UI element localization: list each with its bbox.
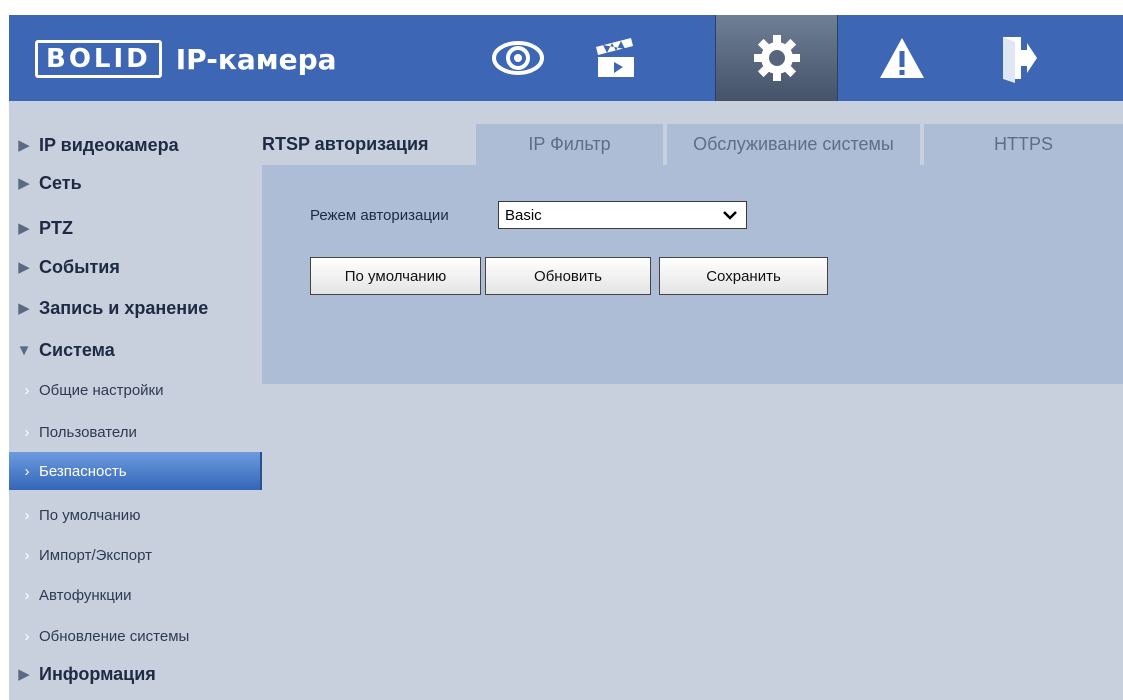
app-title: IP-камера: [175, 42, 337, 76]
logo-badge: BOLID: [35, 40, 162, 78]
logout-button[interactable]: [969, 15, 1069, 101]
refresh-button[interactable]: Обновить: [485, 257, 651, 295]
sidebar-item-system[interactable]: ▼ Система: [9, 330, 262, 370]
chevron-right-icon: ›: [24, 546, 30, 564]
tab-rtsp-auth[interactable]: RTSP авторизация: [262, 124, 472, 165]
sidebar-item-storage[interactable]: ▶ Запись и хранение: [9, 288, 262, 328]
sidebar-subitem-label: Безпасность: [39, 462, 127, 480]
chevron-right-icon: ›: [24, 586, 30, 604]
auth-mode-value: Basic: [505, 206, 542, 224]
sidebar-subitem-general[interactable]: › Общие настройки: [9, 371, 260, 409]
main-content: RTSP авторизация IP Фильтр Обслуживание …: [262, 101, 1123, 700]
sidebar-item-label: Информация: [39, 663, 156, 684]
sidebar-subitem-label: Импорт/Экспорт: [39, 546, 152, 564]
chevron-down-icon: [723, 211, 737, 220]
eye-icon: [492, 41, 544, 75]
sidebar-subitem-auto-functions[interactable]: › Автофункции: [9, 576, 260, 614]
sidebar-item-label: IP видеокамера: [39, 134, 179, 155]
tab-ip-filter[interactable]: IP Фильтр: [476, 124, 663, 165]
alarm-button[interactable]: [852, 15, 952, 101]
default-button[interactable]: По умолчанию: [310, 257, 481, 295]
playback-button[interactable]: [566, 15, 666, 101]
triangle-right-icon: ▶: [18, 220, 30, 237]
logo: BOLID IP-камера: [35, 40, 337, 78]
triangle-right-icon: ▶: [18, 175, 30, 192]
clapperboard-icon: [596, 38, 634, 77]
triangle-right-icon: ▶: [18, 666, 30, 683]
triangle-right-icon: ▶: [18, 137, 30, 154]
settings-button[interactable]: [715, 15, 838, 101]
live-view-button[interactable]: [468, 15, 568, 101]
sidebar: ▶ IP видеокамера ▶ Сеть ▶ PTZ ▶ События …: [9, 101, 262, 700]
tab-label: Обслуживание системы: [693, 134, 894, 154]
sidebar-subitem-system-update[interactable]: › Обновление системы: [9, 617, 260, 655]
sidebar-subitem-default[interactable]: › По умолчанию: [9, 496, 260, 534]
sidebar-item-label: Система: [39, 339, 115, 360]
sidebar-subitem-label: Обновление системы: [39, 627, 190, 645]
triangle-right-icon: ▶: [18, 300, 30, 317]
sidebar-subitem-security[interactable]: › Безпасность: [9, 452, 262, 490]
chevron-right-icon: ›: [24, 506, 30, 524]
save-button[interactable]: Сохранить: [659, 257, 828, 295]
auth-mode-label: Режем авторизации: [310, 207, 449, 224]
exit-icon: [1003, 37, 1037, 83]
tab-label: RTSP авторизация: [262, 134, 429, 154]
sidebar-item-network[interactable]: ▶ Сеть: [9, 163, 262, 203]
tab-label: HTTPS: [993, 134, 1053, 154]
sidebar-subitem-label: По умолчанию: [39, 506, 141, 524]
chevron-right-icon: ›: [24, 462, 30, 480]
top-header: BOLID IP-камера: [9, 15, 1123, 101]
tab-system-maintenance[interactable]: Обслуживание системы: [667, 124, 920, 165]
sidebar-item-label: Сеть: [39, 172, 82, 193]
sidebar-item-events[interactable]: ▶ События: [9, 247, 262, 287]
triangle-down-icon: ▼: [16, 341, 32, 359]
chevron-right-icon: ›: [24, 423, 30, 441]
sidebar-item-ip-camera[interactable]: ▶ IP видеокамера: [9, 125, 262, 165]
sidebar-subitem-users[interactable]: › Пользователи: [9, 413, 260, 451]
sidebar-subitem-label: Пользователи: [39, 423, 137, 441]
warning-icon: [880, 38, 924, 78]
gear-icon: [753, 35, 800, 81]
sidebar-item-ptz[interactable]: ▶ PTZ: [9, 208, 262, 248]
sidebar-subitem-import-export[interactable]: › Импорт/Экспорт: [9, 536, 260, 574]
sidebar-item-label: PTZ: [39, 217, 73, 238]
tab-label: IP Фильтр: [528, 134, 611, 154]
chevron-right-icon: ›: [24, 381, 30, 399]
auth-mode-select[interactable]: Basic: [498, 201, 747, 229]
tab-https[interactable]: HTTPS: [924, 124, 1123, 165]
triangle-right-icon: ▶: [18, 259, 30, 276]
sidebar-subitem-label: Общие настройки: [39, 381, 164, 399]
chevron-right-icon: ›: [24, 627, 30, 645]
sidebar-item-label: Запись и хранение: [39, 297, 209, 318]
sidebar-item-label: События: [39, 256, 120, 277]
sidebar-item-info[interactable]: ▶ Информация: [9, 654, 262, 694]
sidebar-subitem-label: Автофункции: [39, 586, 132, 604]
